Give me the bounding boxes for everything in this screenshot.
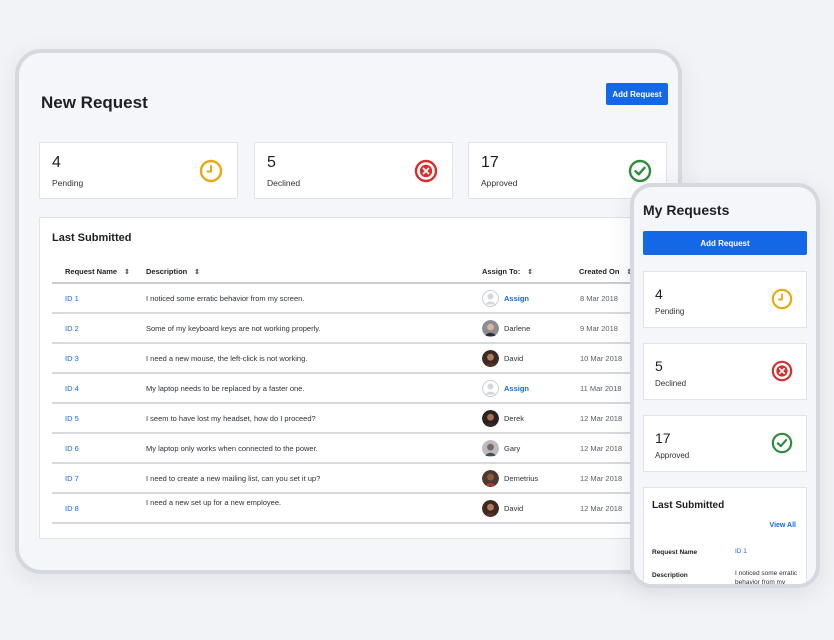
request-id-link[interactable]: ID 7: [65, 474, 79, 483]
avatar-placeholder-icon: [482, 290, 499, 307]
avatar: [482, 500, 499, 517]
x-circle-icon: [771, 360, 793, 382]
request-id-link[interactable]: ID 2: [65, 324, 79, 333]
clock-icon: [771, 288, 793, 310]
created-date: 12 Mar 2018: [580, 444, 623, 453]
assignee-name: David: [504, 504, 524, 513]
phone-title: My Requests: [643, 202, 730, 218]
pending-count: 4: [52, 154, 61, 171]
request-description: My laptop only works when connected to t…: [146, 444, 318, 453]
request-id-link[interactable]: ID 1: [735, 547, 801, 556]
last-submitted-table: Last Submitted Request Name ⇕ Description…: [39, 217, 666, 539]
assignee-name: Derek: [504, 414, 525, 423]
request-description: My laptop needs to be replaced by a fast…: [146, 384, 305, 393]
phone-last-submitted: Last Submitted View All Request Name ID …: [643, 487, 807, 586]
created-date: 12 Mar 2018: [580, 504, 623, 513]
tablet-frame: New Request Add Request 4 Pending 5 Decl…: [15, 49, 682, 574]
column-header-request-name[interactable]: Request Name ⇕: [65, 267, 130, 276]
table-row[interactable]: ID 8 I need a new set up for a new emplo…: [52, 494, 656, 524]
avatar: [482, 410, 499, 427]
check-circle-icon: [771, 432, 793, 454]
avatar-placeholder-icon: [482, 380, 499, 397]
x-circle-icon: [414, 159, 438, 183]
avatar: [482, 350, 499, 367]
clock-icon: [199, 159, 223, 183]
table-row[interactable]: ID 4 My laptop needs to be replaced by a…: [52, 374, 656, 404]
request-description: I need to create a new mailing list, can…: [146, 474, 321, 483]
declined-label: Declined: [655, 379, 687, 388]
phone-add-request-button[interactable]: Add Request: [643, 231, 807, 255]
add-request-button[interactable]: Add Request: [606, 83, 668, 105]
pending-label: Pending: [655, 307, 685, 316]
declined-card[interactable]: 5 Declined: [254, 142, 453, 199]
created-date: 8 Mar 2018: [580, 294, 618, 303]
phone-approved-card[interactable]: 17 Approved: [643, 415, 807, 472]
page-title: New Request: [41, 93, 148, 112]
request-description: I noticed some erratic behavior from my …: [735, 570, 798, 586]
request-description: I seem to have lost my headset, how do I…: [146, 414, 316, 423]
assignee-name: Demetrius: [504, 474, 539, 483]
column-header-created-on[interactable]: Created On⇕: [579, 267, 632, 276]
table-row[interactable]: ID 3 I need a new mouse, the left-click …: [52, 344, 656, 374]
column-header-assign-to[interactable]: Assign To: ⇕: [482, 267, 533, 276]
avatar: [482, 440, 499, 457]
avatar: [482, 470, 499, 487]
assign-link[interactable]: Assign: [504, 384, 529, 393]
created-date: 9 Mar 2018: [580, 324, 618, 333]
check-circle-icon: [628, 159, 652, 183]
created-date: 10 Mar 2018: [580, 354, 623, 363]
request-id-link[interactable]: ID 5: [65, 414, 79, 423]
approved-count: 17: [655, 430, 671, 446]
declined-count: 5: [267, 154, 276, 171]
assignee-name: Gary: [504, 444, 521, 453]
declined-count: 5: [655, 358, 663, 374]
approved-count: 17: [481, 154, 499, 171]
avatar: [482, 320, 499, 337]
phone-frame: My Requests Add Request 4 Pending 5 Decl…: [630, 183, 820, 588]
request-description: I need a new mouse, the left-click is no…: [146, 354, 308, 363]
sort-icon[interactable]: ⇕: [527, 268, 533, 276]
table-row[interactable]: ID 2 Some of my keyboard keys are not wo…: [52, 314, 656, 344]
request-description: I need a new set up for a new employee.: [146, 498, 282, 507]
created-date: 12 Mar 2018: [580, 474, 623, 483]
sort-icon[interactable]: ⇕: [194, 268, 200, 276]
description-label: Description: [652, 572, 688, 579]
request-id-link[interactable]: ID 4: [65, 384, 79, 393]
request-id-link[interactable]: ID 3: [65, 354, 79, 363]
request-description: Some of my keyboard keys are not working…: [146, 324, 321, 333]
request-description: I noticed some erratic behavior from my …: [146, 294, 305, 303]
approved-label: Approved: [655, 451, 690, 460]
table-row[interactable]: ID 5 I seem to have lost my headset, how…: [52, 404, 656, 434]
phone-pending-card[interactable]: 4 Pending: [643, 271, 807, 328]
table-row[interactable]: ID 1 I noticed some erratic behavior fro…: [52, 284, 656, 314]
table-row[interactable]: ID 6 My laptop only works when connected…: [52, 434, 656, 464]
phone-list-title: Last Submitted: [652, 500, 725, 511]
assign-link[interactable]: Assign: [504, 294, 529, 303]
pending-card[interactable]: 4 Pending: [39, 142, 238, 199]
declined-label: Declined: [267, 178, 301, 188]
assignee-name: Darlene: [504, 324, 531, 333]
created-date: 12 Mar 2018: [580, 414, 623, 423]
request-id-link[interactable]: ID 6: [65, 444, 79, 453]
pending-label: Pending: [52, 178, 84, 188]
column-header-description[interactable]: Description ⇕: [146, 267, 200, 276]
phone-declined-card[interactable]: 5 Declined: [643, 343, 807, 400]
pending-count: 4: [655, 286, 663, 302]
sort-icon[interactable]: ⇕: [124, 268, 130, 276]
assignee-name: David: [504, 354, 524, 363]
request-id-link[interactable]: ID 1: [65, 294, 79, 303]
request-name-label: Request Name: [652, 549, 698, 556]
approved-label: Approved: [481, 178, 518, 188]
table-title: Last Submitted: [52, 232, 132, 244]
table-row[interactable]: ID 7 I need to create a new mailing list…: [52, 464, 656, 494]
view-all-link[interactable]: View All: [770, 522, 796, 529]
created-date: 11 Mar 2018: [580, 384, 622, 393]
request-id-link[interactable]: ID 8: [65, 504, 79, 513]
